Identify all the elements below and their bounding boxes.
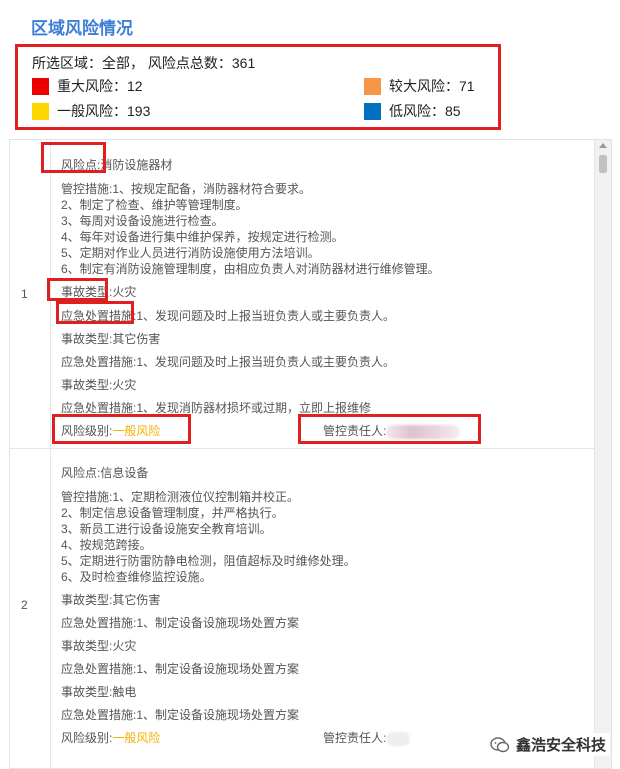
legend-general-label: 一般风险：193: [57, 103, 151, 119]
table-row: 2 风险点:信息设备 管控措施:1、定期检测液位仪控制箱并校正。 2、制定信息设…: [10, 448, 596, 768]
accident-type: 事故类型:火灾: [61, 378, 137, 392]
low-risk-swatch: [364, 102, 381, 120]
scroll-thumb[interactable]: [599, 155, 607, 173]
measure-line: 管控措施:1、定期检测液位仪控制箱并校正。: [61, 490, 300, 504]
emergency-measure: 应急处置措施:1、制定设备设施现场处置方案: [61, 708, 300, 722]
measure-line: 3、新员工进行设备设施安全教育培训。: [61, 522, 272, 536]
row-index: 1: [21, 287, 28, 301]
legend-low-label: 低风险：85: [389, 103, 461, 119]
measure-line: 2、制定信息设备管理制度，并严格执行。: [61, 506, 284, 520]
owner: 管控责任人:: [323, 729, 411, 746]
legend-large-label: 较大风险：71: [389, 78, 475, 94]
accident-type: 事故类型:其它伤害: [61, 332, 161, 346]
large-risk-swatch: [364, 77, 381, 95]
measure-line: 2、制定了检查、维护等管理制度。: [61, 198, 248, 212]
measure-line: 6、及时检查维修监控设施。: [61, 570, 212, 584]
summary-total: 所选区域：全部， 风险点总数：361: [32, 55, 256, 71]
measure-line: 4、每年对设备进行集中维护保养，按规定进行检测。: [61, 230, 344, 244]
legend-low: 低风险：85: [364, 101, 461, 121]
emergency-measure: 应急处置措施:1、制定设备设施现场处置方案: [61, 662, 300, 676]
risk-level-value: 一般风险: [112, 731, 161, 745]
measure-line: 4、按规范跨接。: [61, 538, 152, 552]
highlight-owner: [298, 414, 481, 444]
accident-type: 事故类型:其它伤害: [61, 593, 161, 607]
risk-level: 风险级别:一般风险: [61, 729, 160, 746]
row-index-cell: 2: [10, 448, 51, 768]
page-title: 区域风险情况: [31, 19, 133, 38]
measure-line: 5、定期进行防雷防静电检测，阻值超标及时维修处理。: [61, 554, 356, 568]
redacted-owner: [386, 731, 411, 746]
risk-level-label: 风险级别:: [61, 731, 113, 745]
major-risk-swatch: [32, 77, 49, 95]
accident-type: 事故类型:火灾: [61, 639, 137, 653]
watermark: 鑫浩安全科技: [486, 733, 611, 756]
legend-large: 较大风险：71: [364, 76, 475, 96]
legend-major-label: 重大风险：12: [57, 78, 143, 94]
vertical-scrollbar[interactable]: [594, 140, 611, 768]
emergency-measure: 应急处置措施:1、发现问题及时上报当班负责人或主要负责人。: [61, 355, 396, 369]
highlight-risk-point: [41, 142, 106, 173]
legend-major: 重大风险：12: [32, 76, 143, 96]
row-index-cell: 1: [10, 140, 51, 448]
measure-line: 5、定期对作业人员进行消防设施使用方法培训。: [61, 246, 320, 260]
legend-general: 一般风险：193: [32, 101, 150, 121]
risk-list-panel[interactable]: 1 风险点:消防设施器材 管控措施:1、按规定配备，消防器材符合要求。 2、制定…: [9, 139, 612, 769]
owner-label: 管控责任人:: [323, 731, 387, 745]
watermark-text: 鑫浩安全科技: [516, 737, 607, 754]
risk-point: 风险点:信息设备: [61, 466, 149, 480]
wechat-icon: [490, 736, 510, 752]
measure-line: 3、每周对设备设施进行检查。: [61, 214, 224, 228]
highlight-risk-level: [52, 414, 191, 444]
highlight-accident-type: [47, 278, 108, 301]
highlight-emergency: [56, 301, 134, 324]
scroll-up-arrow-icon[interactable]: [599, 143, 607, 148]
measure-line: 6、制定有消防设施管理制度，由相应负责人对消防器材进行维修管理。: [61, 262, 440, 276]
row-index: 2: [21, 598, 28, 612]
risk-summary-box: 所选区域：全部， 风险点总数：361 重大风险：12 较大风险：71 一般风险：…: [15, 44, 501, 130]
emergency-measure: 应急处置措施:1、制定设备设施现场处置方案: [61, 616, 300, 630]
general-risk-swatch: [32, 102, 49, 120]
measure-line: 管控措施:1、按规定配备，消防器材符合要求。: [61, 182, 312, 196]
accident-type: 事故类型:触电: [61, 685, 137, 699]
